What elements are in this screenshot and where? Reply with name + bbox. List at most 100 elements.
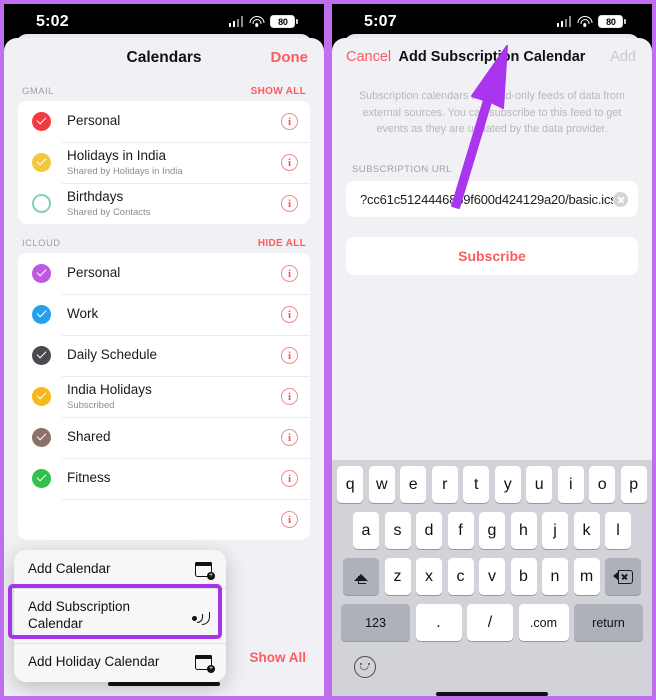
calendar-color-check-icon[interactable] [32, 428, 51, 447]
key-c[interactable]: c [447, 558, 474, 595]
key-o[interactable]: o [589, 466, 616, 503]
list-item[interactable]: Birthdays Shared by Contacts i [18, 183, 310, 224]
key-x[interactable]: x [416, 558, 442, 595]
menu-item-add-subscription-calendar[interactable]: Add Subscription Calendar [14, 588, 226, 643]
subscribe-button[interactable]: Subscribe [346, 237, 638, 276]
list-item[interactable]: Work i [18, 294, 310, 335]
info-button[interactable]: i [281, 429, 298, 446]
list-item[interactable]: Fitness i [18, 458, 310, 499]
list-item[interactable]: Holidays in India Shared by Holidays in … [18, 142, 310, 183]
keyboard-row-1: q w e r t y u i o p [332, 466, 652, 503]
show-all-button[interactable]: Show All [250, 650, 307, 665]
key-j[interactable]: j [542, 512, 568, 549]
subscription-url-label: SUBSCRIPTION URL [352, 164, 453, 176]
description-text: Subscription calendars are read-only fee… [359, 90, 625, 136]
add-calendar-context-menu: Add Calendar + Add Subscription Calendar… [14, 550, 226, 682]
key-v[interactable]: v [479, 558, 505, 595]
key-y[interactable]: y [494, 466, 521, 503]
calendar-name: Birthdays [67, 189, 124, 205]
key-k[interactable]: k [573, 512, 600, 549]
calendar-name: Personal [67, 113, 121, 129]
calendar-name: Shared [67, 429, 111, 445]
info-button[interactable]: i [281, 470, 298, 487]
key-h[interactable]: h [510, 512, 537, 549]
key-r[interactable]: r [431, 466, 458, 503]
key-a[interactable]: a [353, 512, 379, 549]
backspace-icon [613, 569, 633, 584]
key-t[interactable]: t [463, 466, 490, 503]
info-button[interactable]: i [281, 388, 298, 405]
calendar-color-unchecked-icon[interactable] [32, 194, 51, 213]
key-p[interactable]: p [620, 466, 647, 503]
period-key[interactable]: . [415, 604, 462, 641]
add-subscription-sheet: Cancel Add Subscription Calendar Add Sub… [332, 38, 652, 696]
battery-percent: 80 [606, 16, 616, 27]
section-header-gmail: GMAIL SHOW ALL [4, 80, 324, 101]
calendar-name: Work [67, 306, 99, 322]
clear-icon[interactable] [613, 191, 628, 207]
add-button[interactable]: Add [610, 49, 636, 65]
key-u[interactable]: u [526, 466, 553, 503]
numbers-key[interactable]: 123 [341, 604, 410, 641]
list-item[interactable]: Shared i [18, 417, 310, 458]
info-button[interactable]: i [281, 113, 298, 130]
key-b[interactable]: b [510, 558, 537, 595]
key-f[interactable]: f [447, 512, 474, 549]
subscription-url-input[interactable]: ?cc61c5124446869f600d424129a20/basic.ics [360, 192, 613, 207]
list-item[interactable]: India Holidays Subscribed i [18, 376, 310, 417]
key-w[interactable]: w [368, 466, 395, 503]
status-time: 5:02 [36, 13, 69, 30]
info-button[interactable]: i [281, 347, 298, 364]
key-g[interactable]: g [479, 512, 505, 549]
key-s[interactable]: s [384, 512, 411, 549]
calendar-color-check-icon[interactable] [32, 469, 51, 488]
key-l[interactable]: l [605, 512, 631, 549]
key-m[interactable]: m [573, 558, 600, 595]
status-indicators: 80 [228, 15, 298, 28]
hide-all-icloud-button[interactable]: HIDE ALL [258, 238, 306, 249]
info-button[interactable]: i [281, 265, 298, 282]
calendar-color-check-icon[interactable] [32, 264, 51, 283]
key-i[interactable]: i [557, 466, 584, 503]
list-item[interactable]: Personal i [18, 101, 310, 142]
calendar-color-check-icon[interactable] [32, 305, 51, 324]
subscription-url-field[interactable]: ?cc61c5124446869f600d424129a20/basic.ics [346, 181, 638, 218]
slash-key[interactable]: / [467, 604, 513, 641]
key-n[interactable]: n [542, 558, 568, 595]
section-label: ICLOUD [22, 238, 61, 249]
calendar-color-check-icon[interactable] [32, 112, 51, 131]
info-button[interactable]: i [281, 154, 298, 171]
list-item[interactable]: Daily Schedule i [18, 335, 310, 376]
info-button[interactable]: i [281, 195, 298, 212]
return-key[interactable]: return [574, 604, 643, 641]
key-z[interactable]: z [384, 558, 411, 595]
menu-item-label: Add Subscription Calendar [28, 599, 131, 631]
calendar-color-check-icon[interactable] [32, 346, 51, 365]
shift-key[interactable] [343, 558, 379, 595]
status-time: 5:07 [364, 13, 397, 30]
menu-item-add-calendar[interactable]: Add Calendar + [14, 550, 226, 588]
list-item[interactable]: Personal i [18, 253, 310, 294]
list-item[interactable]: i [18, 499, 310, 540]
key-q[interactable]: q [337, 466, 364, 503]
gmail-calendar-list: Personal i Holidays in India Shared by H… [18, 101, 310, 224]
cellular-signal-icon [228, 16, 244, 27]
backspace-key[interactable] [605, 558, 641, 595]
calendars-nav-bar: Calendars Done [4, 38, 324, 80]
done-button[interactable]: Done [271, 49, 309, 66]
battery-percent: 80 [278, 16, 288, 27]
section-label: GMAIL [22, 86, 54, 97]
calendar-color-check-icon[interactable] [32, 387, 51, 406]
key-d[interactable]: d [416, 512, 442, 549]
info-button[interactable]: i [281, 306, 298, 323]
shift-icon [353, 569, 369, 584]
menu-item-add-holiday-calendar[interactable]: Add Holiday Calendar + [14, 643, 226, 681]
calendar-color-check-icon[interactable] [32, 153, 51, 172]
info-button[interactable]: i [281, 511, 298, 528]
dotcom-key[interactable]: .com [518, 604, 569, 641]
show-all-gmail-button[interactable]: SHOW ALL [251, 86, 306, 97]
battery-icon: 80 [598, 15, 626, 28]
emoji-icon[interactable] [354, 656, 376, 678]
key-e[interactable]: e [400, 466, 427, 503]
calendar-name: India Holidays [67, 382, 152, 398]
